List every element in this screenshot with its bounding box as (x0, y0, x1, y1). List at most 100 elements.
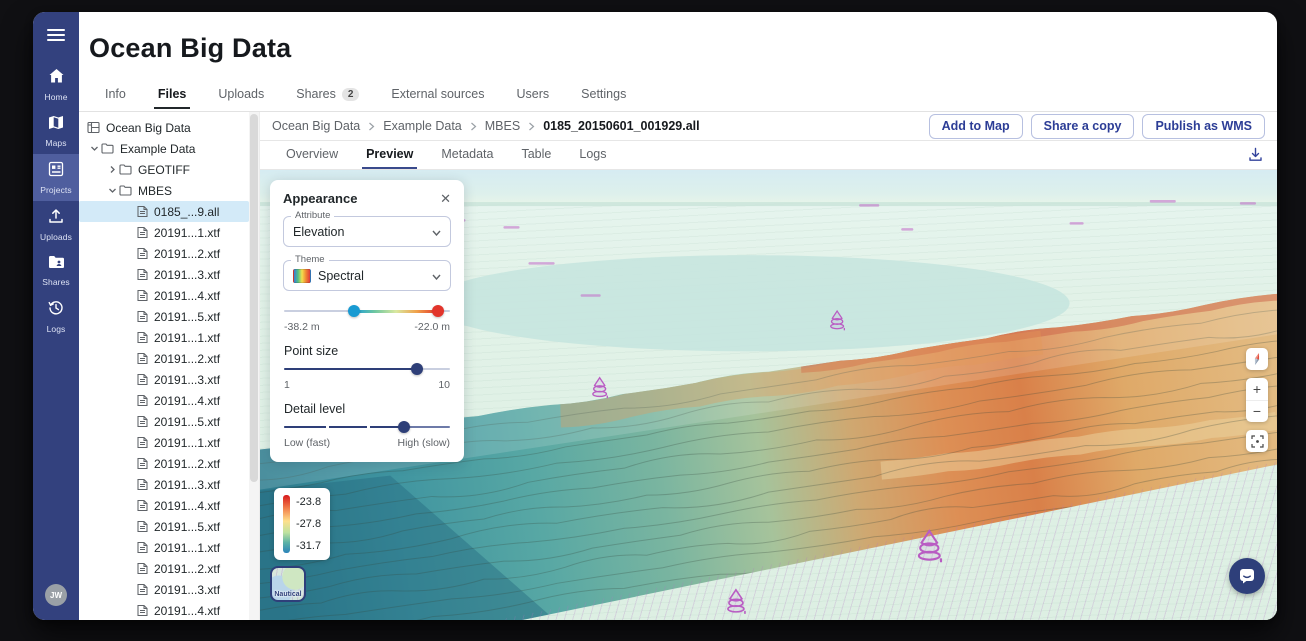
chevron-down-icon[interactable] (105, 186, 119, 195)
tree-row-file[interactable]: 20191...3.xtf (79, 264, 249, 285)
tab-files[interactable]: Files (142, 85, 203, 109)
tree-row-file[interactable]: 20191...5.xtf (79, 516, 249, 537)
share-a-copy-button[interactable]: Share a copy (1031, 114, 1135, 139)
point-size-handle[interactable] (411, 363, 423, 375)
tree-row-label: 20191...3.xtf (154, 478, 220, 492)
tree-row-file[interactable]: 20191...5.xtf (79, 411, 249, 432)
tab-info[interactable]: Info (89, 85, 142, 109)
sidebar-item-shares[interactable]: Shares (33, 248, 79, 293)
sidebar-item-projects[interactable]: Projects (33, 154, 79, 201)
project-icon (87, 121, 100, 134)
shares-count-badge: 2 (342, 88, 360, 101)
basemap-thumbnail[interactable]: Nautical (270, 566, 306, 602)
menu-icon[interactable] (47, 28, 65, 47)
fit-extent-button[interactable] (1246, 430, 1268, 452)
file-tab-preview[interactable]: Preview (352, 141, 427, 169)
elevation-range-slider[interactable] (284, 304, 450, 318)
map-canvas[interactable]: Appearance ✕ Attribute Elevation Theme S… (260, 170, 1277, 620)
range-max-label: -22.0 m (414, 321, 450, 333)
breadcrumb-separator-icon (470, 122, 477, 131)
file-tab-metadata[interactable]: Metadata (427, 141, 507, 169)
attribute-value: Elevation (293, 225, 432, 239)
chevron-down-icon[interactable] (87, 144, 101, 153)
maps-icon (48, 115, 64, 135)
file-tab-table[interactable]: Table (507, 141, 565, 169)
tree-row-file[interactable]: 0185_...9.all (79, 201, 249, 222)
elevation-legend: -23.8 -27.8 -31.7 (274, 488, 330, 560)
tree-row-file[interactable]: 20191...2.xtf (79, 558, 249, 579)
publish-as-wms-button[interactable]: Publish as WMS (1142, 114, 1265, 139)
theme-select[interactable]: Theme Spectral (283, 260, 451, 291)
tree-row-file[interactable]: 20191...2.xtf (79, 453, 249, 474)
tree-row-folder[interactable]: GEOTIFF (79, 159, 249, 180)
compass-button[interactable] (1246, 348, 1268, 370)
sidebar-item-uploads[interactable]: Uploads (33, 201, 79, 248)
file-toolbar: Ocean Big Data Example Data MBES 0185_20150… (260, 112, 1277, 141)
sidebar-item-home[interactable]: Home (33, 61, 79, 108)
file-tab-logs[interactable]: Logs (565, 141, 620, 169)
breadcrumb-item: 0185_20150601_001929.all (543, 119, 699, 133)
tree-row-file[interactable]: 20191...4.xtf (79, 390, 249, 411)
tree-row-folder[interactable]: MBES (79, 180, 249, 201)
range-handle-max[interactable] (432, 305, 444, 317)
tree-row-file[interactable]: 20191...1.xtf (79, 222, 249, 243)
download-icon[interactable] (1248, 147, 1263, 167)
legend-value-top: -23.8 (296, 496, 321, 508)
zoom-in-button[interactable]: + (1246, 378, 1268, 400)
sidebar-item-logs[interactable]: Logs (33, 293, 79, 340)
tree-row-file[interactable]: 20191...3.xtf (79, 474, 249, 495)
file-icon (137, 205, 148, 218)
file-icon (137, 352, 148, 365)
tree-row-file[interactable]: 20191...1.xtf (79, 537, 249, 558)
tree-row-file[interactable]: 20191...3.xtf (79, 579, 249, 600)
tree-row-file[interactable]: 20191...4.xtf (79, 285, 249, 306)
tree-row-file[interactable]: 20191...1.xtf (79, 327, 249, 348)
tab-settings[interactable]: Settings (565, 85, 642, 109)
file-icon (137, 478, 148, 491)
tree-row-file[interactable]: 20191...1.xtf (79, 432, 249, 453)
breadcrumb-item[interactable]: Ocean Big Data (272, 119, 360, 133)
file-tabs: OverviewPreviewMetadataTableLogs (260, 141, 1277, 170)
tab-external-sources[interactable]: External sources (375, 85, 500, 109)
attribute-select[interactable]: Attribute Elevation (283, 216, 451, 247)
content-row: Ocean Big DataExample DataGEOTIFFMBES018… (79, 112, 1277, 620)
tree-scrollbar-thumb[interactable] (250, 114, 258, 482)
tree-row-label: 20191...1.xtf (154, 226, 220, 240)
file-tab-overview[interactable]: Overview (272, 141, 352, 169)
point-size-label: Point size (284, 344, 450, 358)
chevron-right-icon[interactable] (105, 165, 119, 174)
fit-extent-icon (1251, 435, 1264, 448)
breadcrumb-item[interactable]: MBES (485, 119, 520, 133)
point-size-slider[interactable] (284, 362, 450, 376)
tree-row-file[interactable]: 20191...4.xtf (79, 495, 249, 516)
tree-row-project[interactable]: Ocean Big Data (79, 117, 249, 138)
close-icon[interactable]: ✕ (440, 192, 451, 205)
add-to-map-button[interactable]: Add to Map (929, 114, 1023, 139)
app-header: Ocean Big Data (79, 12, 1277, 85)
home-icon (48, 68, 65, 89)
tab-users[interactable]: Users (501, 85, 566, 109)
nav-rail-items: HomeMapsProjectsUploadsSharesLogs (33, 61, 79, 340)
tree-scrollbar[interactable] (249, 112, 259, 620)
tree-row-file[interactable]: 20191...5.xtf (79, 306, 249, 327)
avatar[interactable]: JW (45, 584, 67, 606)
tab-uploads[interactable]: Uploads (202, 85, 280, 109)
range-handle-min[interactable] (348, 305, 360, 317)
compass-icon (1250, 352, 1264, 366)
tree-row-folder[interactable]: Example Data (79, 138, 249, 159)
detail-level-slider[interactable] (284, 420, 450, 434)
tree-row-file[interactable]: 20191...2.xtf (79, 348, 249, 369)
sidebar-item-maps[interactable]: Maps (33, 108, 79, 154)
zoom-out-button[interactable]: − (1246, 400, 1268, 423)
tab-shares[interactable]: Shares2 (280, 85, 375, 109)
breadcrumb-item[interactable]: Example Data (383, 119, 462, 133)
detail-level-handle[interactable] (398, 421, 410, 433)
file-tree: Ocean Big DataExample DataGEOTIFF MBES 018… (79, 112, 249, 620)
tree-row-file[interactable]: 20191...3.xtf (79, 369, 249, 390)
chat-button[interactable] (1229, 558, 1265, 594)
wreck-symbol-icon (728, 590, 745, 614)
tree-row-file[interactable]: 20191...4.xtf (79, 600, 249, 620)
tree-row-label: MBES (138, 184, 172, 198)
tree-row-label: 20191...3.xtf (154, 583, 220, 597)
tree-row-file[interactable]: 20191...2.xtf (79, 243, 249, 264)
